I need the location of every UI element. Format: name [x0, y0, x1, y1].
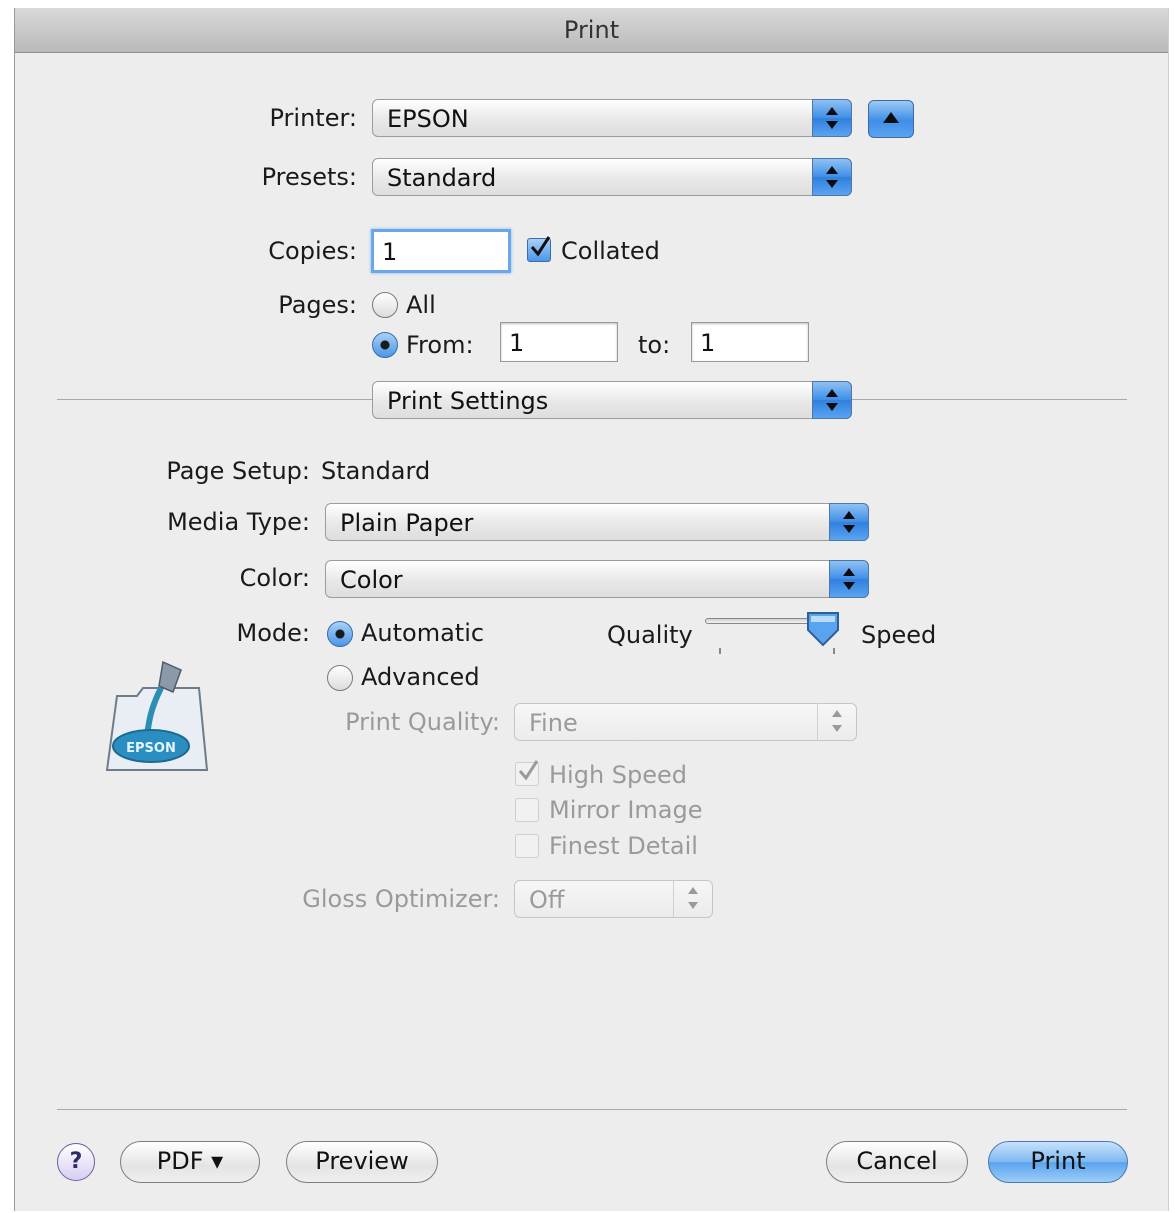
pages-all-label: All	[406, 291, 436, 319]
pages-to-input[interactable]: 1	[691, 322, 809, 362]
popup-arrows-icon	[673, 880, 713, 918]
mirror-image-label: Mirror Image	[549, 796, 703, 824]
slider-tick	[719, 648, 721, 654]
page-setup-value: Standard	[321, 457, 431, 485]
slider-knob[interactable]	[804, 610, 842, 648]
gloss-optimizer-label: Gloss Optimizer:	[302, 885, 500, 913]
help-button[interactable]: ?	[57, 1143, 95, 1181]
pages-from-input[interactable]: 1	[500, 322, 618, 362]
logo-text: EPSON	[126, 741, 176, 756]
print-button[interactable]: Print	[988, 1141, 1128, 1183]
mode-label: Mode:	[236, 619, 310, 647]
collated-checkbox[interactable]	[527, 236, 551, 262]
print-quality-popup: Fine	[514, 703, 857, 741]
finest-detail-label: Finest Detail	[549, 832, 698, 860]
slider-quality-label: Quality	[607, 621, 693, 649]
help-icon: ?	[69, 1149, 83, 1174]
print-quality-value: Fine	[529, 709, 578, 737]
pdf-button-label: PDF ▾	[156, 1147, 224, 1175]
panel-select-value: Print Settings	[387, 387, 549, 415]
presets-label: Presets:	[261, 163, 357, 191]
popup-arrows-icon	[812, 381, 852, 419]
high-speed-checkbox	[515, 760, 539, 786]
pages-all-radio[interactable]	[372, 292, 398, 318]
copies-input[interactable]: 1	[371, 229, 511, 273]
print-dialog: Print Printer: EPSON Presets: Standard C…	[14, 8, 1169, 1211]
cancel-button[interactable]: Cancel	[826, 1141, 968, 1183]
panel-select-popup[interactable]: Print Settings	[372, 381, 852, 419]
checkmark-icon	[518, 760, 539, 781]
collapse-details-button[interactable]	[868, 100, 914, 138]
popup-arrows-icon	[829, 560, 869, 598]
pages-label: Pages:	[278, 291, 357, 319]
mode-automatic-label: Automatic	[361, 619, 485, 647]
triangle-up-icon	[883, 112, 899, 123]
separator-bottom	[57, 1109, 1127, 1110]
color-label: Color:	[239, 564, 310, 592]
preview-button[interactable]: Preview	[286, 1141, 438, 1183]
mode-automatic-radio[interactable]	[327, 621, 353, 647]
presets-value: Standard	[387, 164, 497, 192]
gloss-optimizer-value: Off	[529, 886, 565, 914]
finest-detail-checkbox	[515, 834, 539, 858]
pages-from-radio[interactable]	[372, 332, 398, 358]
print-button-label: Print	[1030, 1147, 1086, 1175]
checkmark-icon	[530, 236, 551, 257]
mode-advanced-radio[interactable]	[327, 665, 353, 691]
media-type-value: Plain Paper	[340, 509, 474, 537]
popup-arrows-icon	[817, 703, 857, 741]
print-quality-label: Print Quality:	[345, 708, 500, 736]
title-bar: Print	[15, 8, 1168, 53]
window-title: Print	[563, 16, 620, 44]
slider-speed-label: Speed	[861, 621, 937, 649]
color-popup[interactable]: Color	[325, 560, 869, 598]
collated-label: Collated	[561, 237, 660, 265]
popup-arrows-icon	[812, 158, 852, 196]
printer-popup[interactable]: EPSON	[372, 99, 852, 137]
popup-arrows-icon	[829, 503, 869, 541]
page-setup-label: Page Setup:	[166, 457, 310, 485]
color-value: Color	[340, 566, 403, 594]
printer-label: Printer:	[269, 104, 357, 132]
slider-tick	[833, 648, 835, 654]
pages-from-value: 1	[509, 329, 525, 357]
high-speed-label: High Speed	[549, 761, 688, 789]
pdf-menu-button[interactable]: PDF ▾	[120, 1141, 260, 1183]
media-type-label: Media Type:	[167, 508, 310, 536]
epson-printer-icon: EPSON	[105, 660, 209, 771]
gloss-optimizer-popup: Off	[514, 880, 713, 918]
pages-from-label: From:	[406, 331, 474, 359]
popup-arrows-icon	[812, 99, 852, 137]
pages-to-value: 1	[700, 329, 716, 357]
media-type-popup[interactable]: Plain Paper	[325, 503, 869, 541]
mode-advanced-label: Advanced	[361, 663, 480, 691]
printer-value: EPSON	[387, 105, 469, 133]
pages-to-label: to:	[638, 331, 671, 359]
copies-label: Copies:	[268, 237, 357, 265]
presets-popup[interactable]: Standard	[372, 158, 852, 196]
preview-button-label: Preview	[315, 1147, 409, 1175]
copies-value: 1	[382, 238, 398, 266]
cancel-button-label: Cancel	[856, 1147, 938, 1175]
mirror-image-checkbox	[515, 798, 539, 822]
